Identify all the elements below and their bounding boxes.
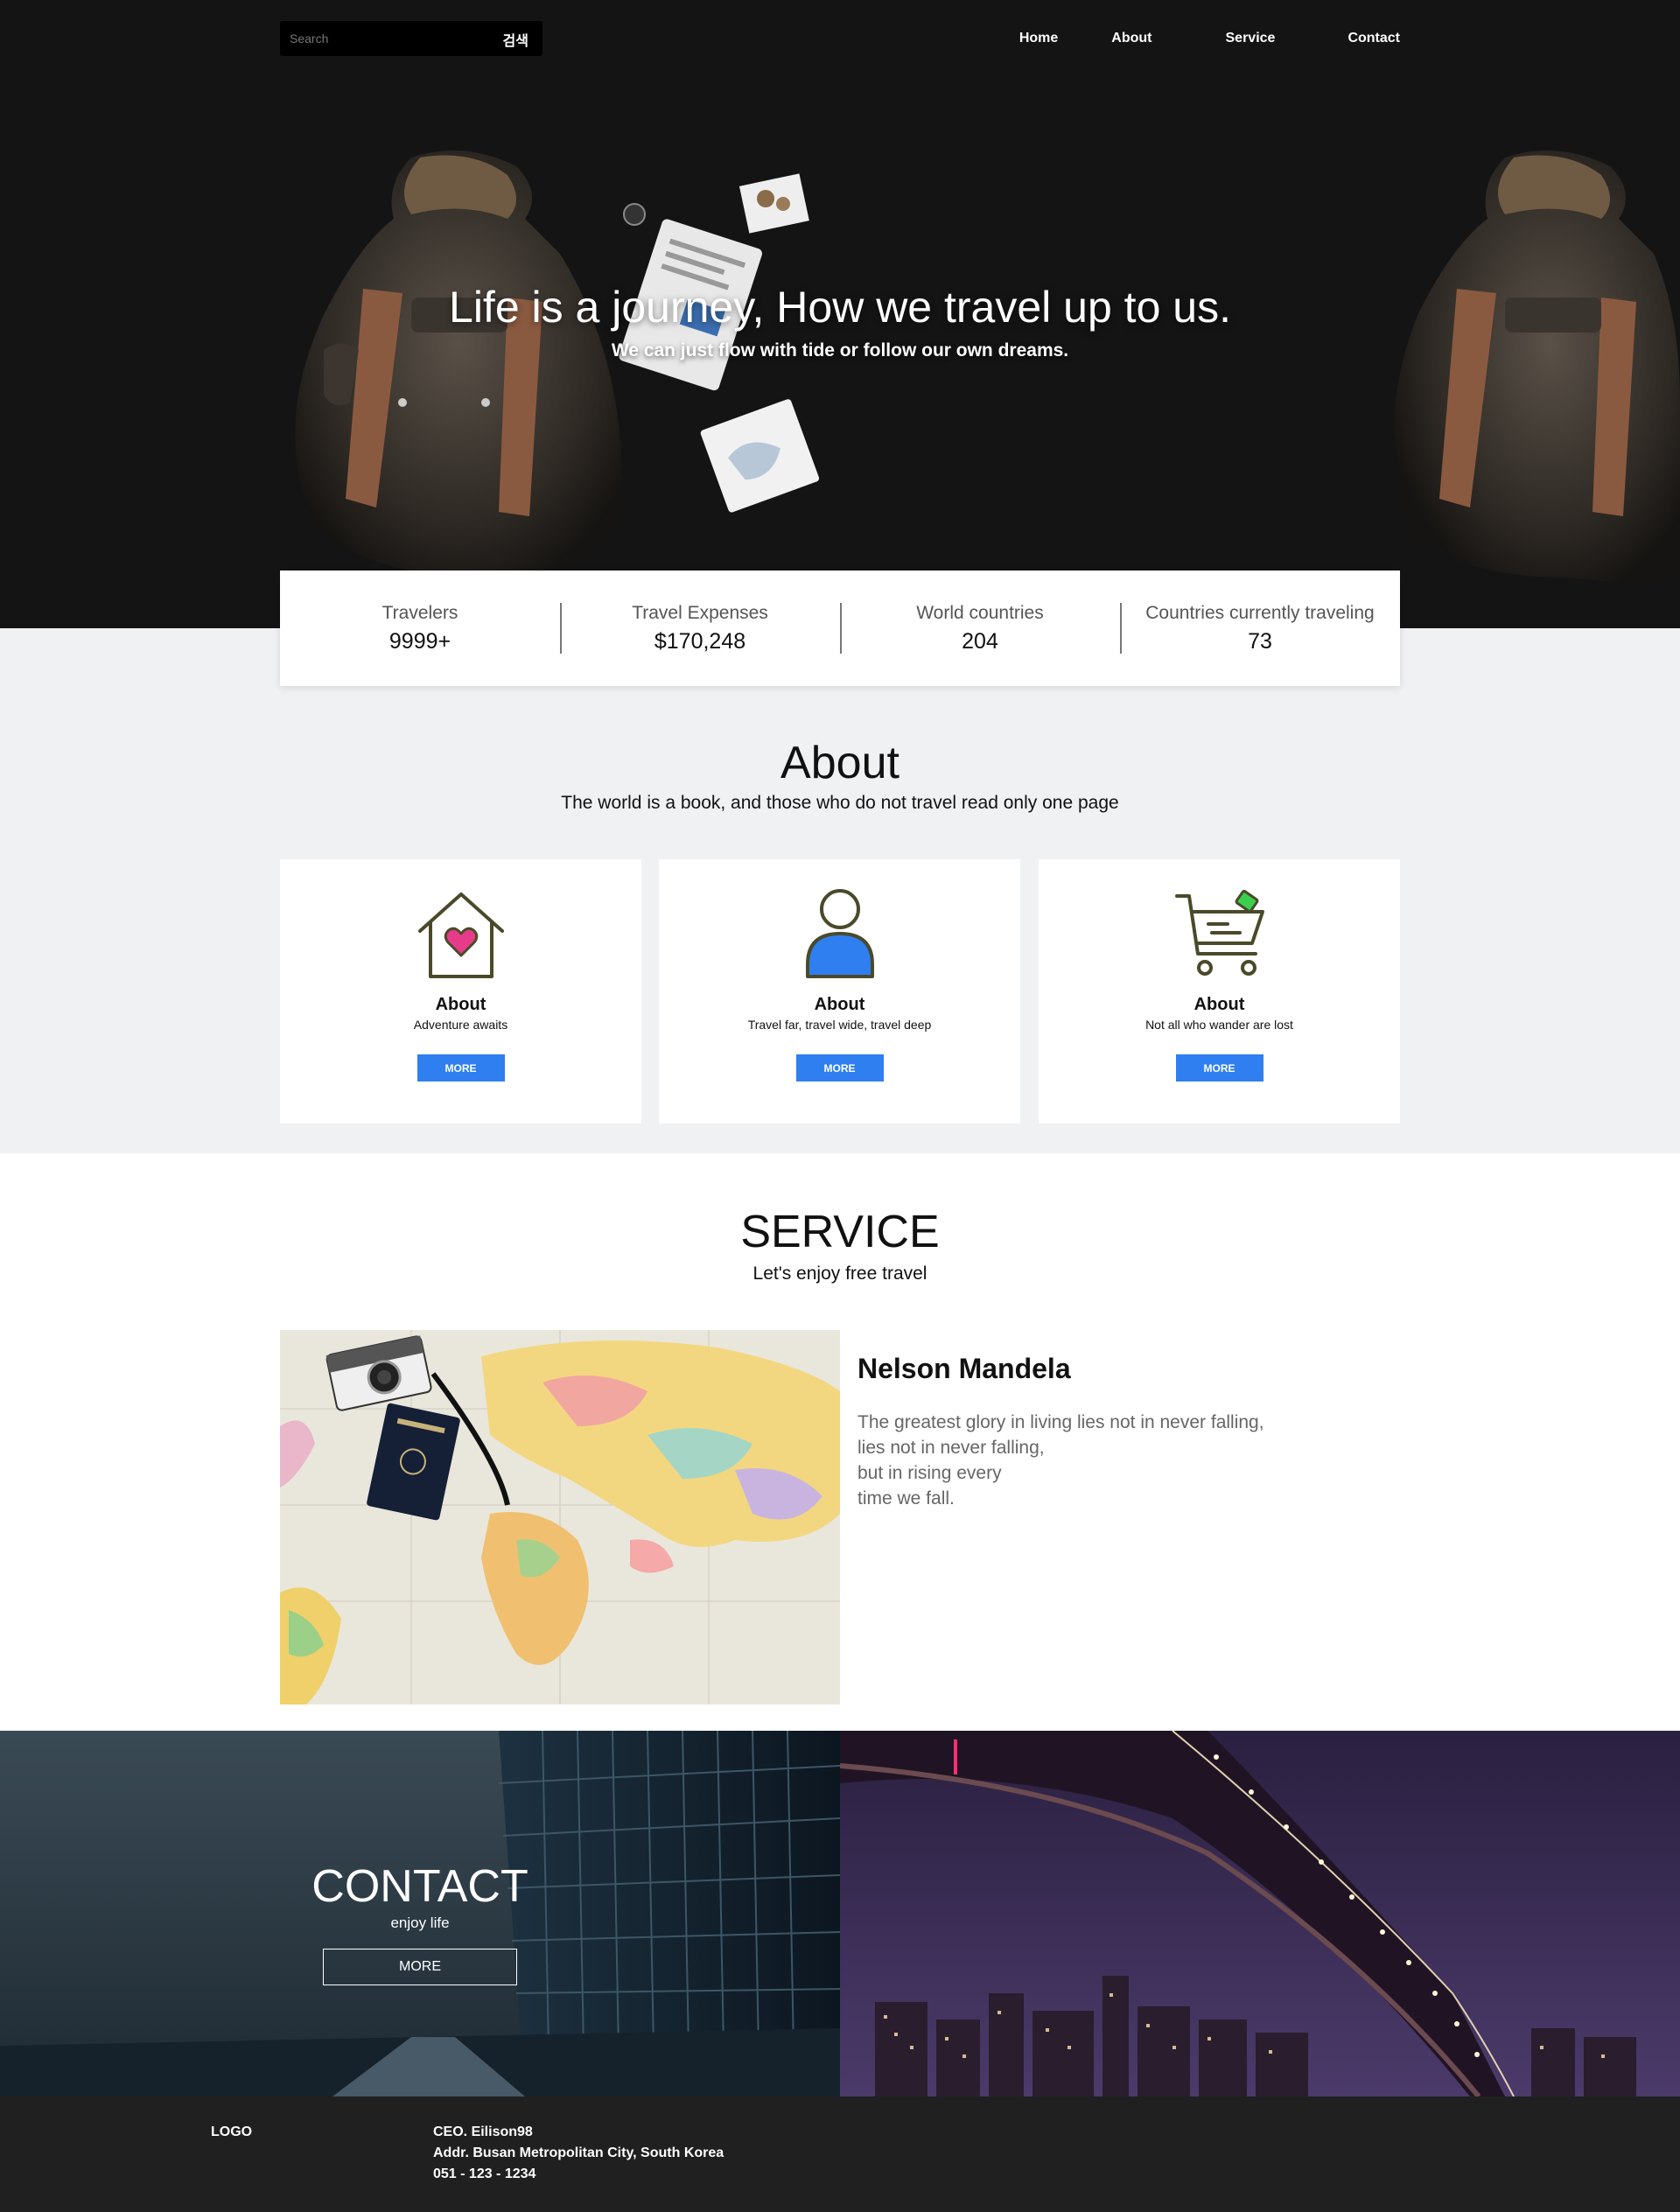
hero-section: 검색 Home About Service Contact Life is a … bbox=[0, 0, 1680, 628]
stat-travel-expenses: Travel Expenses $170,248 bbox=[560, 603, 840, 654]
house-heart-icon bbox=[417, 892, 504, 978]
building-background-image bbox=[0, 1731, 840, 2096]
contact-section: CONTACT enjoy life MORE bbox=[0, 1731, 1680, 2096]
about-subtitle: The world is a book, and those who do no… bbox=[561, 793, 1119, 813]
stat-value: 204 bbox=[962, 629, 998, 654]
stats-bar: Travelers 9999+ Travel Expenses $170,248… bbox=[280, 570, 1400, 686]
stat-label: World countries bbox=[916, 603, 1044, 623]
bridge-background-image bbox=[840, 1731, 1680, 2096]
world-map-image bbox=[280, 1330, 840, 1704]
stat-value: 73 bbox=[1248, 629, 1272, 654]
top-bar: 검색 Home About Service Contact bbox=[280, 21, 1400, 56]
stat-travelers: Travelers 9999+ bbox=[280, 603, 560, 654]
quote-line: but in rising every bbox=[858, 1463, 1002, 1483]
shopping-cart-icon bbox=[1174, 889, 1264, 976]
quote-line: lies not in never falling, bbox=[858, 1438, 1045, 1458]
service-subtitle: Let's enjoy free travel bbox=[752, 1264, 928, 1284]
card-more-button[interactable]: MORE bbox=[1175, 1054, 1264, 1082]
footer-ceo: CEO. Eilison98 bbox=[433, 2124, 533, 2139]
backpack-right-image bbox=[1393, 150, 1680, 582]
card-title: About bbox=[1194, 995, 1245, 1014]
footer-logo[interactable]: LOGO bbox=[211, 2124, 252, 2140]
about-card: About Not all who wander are lost MORE bbox=[1039, 859, 1400, 1124]
card-title: About bbox=[435, 995, 486, 1014]
stat-label: Countries currently traveling bbox=[1145, 603, 1375, 623]
hero-subtitle: We can just flow with tide or follow our… bbox=[611, 340, 1069, 360]
search-button[interactable]: 검색 bbox=[503, 29, 528, 50]
stat-value: 9999+ bbox=[388, 629, 452, 654]
contact-subtitle: enjoy life bbox=[390, 1914, 450, 1931]
stat-label: Travelers bbox=[382, 603, 458, 623]
person-icon bbox=[805, 889, 874, 978]
search-input[interactable] bbox=[280, 21, 490, 56]
card-title: About bbox=[814, 995, 865, 1014]
nav-service[interactable]: Service bbox=[1226, 21, 1276, 56]
nav-home[interactable]: Home bbox=[1019, 21, 1058, 56]
about-card: About Travel far, travel wide, travel de… bbox=[659, 859, 1020, 1124]
contact-more-button[interactable]: MORE bbox=[323, 1949, 517, 1985]
stat-label: Travel Expenses bbox=[632, 603, 768, 623]
about-card: About Adventure awaits MORE bbox=[280, 859, 641, 1124]
card-text: Adventure awaits bbox=[413, 1018, 508, 1032]
about-title: About bbox=[780, 738, 900, 788]
main-nav: Home About Service Contact bbox=[1019, 21, 1400, 56]
nav-about[interactable]: About bbox=[1111, 21, 1152, 56]
stat-countries-traveling: Countries currently traveling 73 bbox=[1120, 603, 1400, 654]
stat-world-countries: World countries 204 bbox=[840, 603, 1120, 654]
quote-line: The greatest glory in living lies not in… bbox=[858, 1412, 1264, 1432]
card-text: Travel far, travel wide, travel deep bbox=[747, 1018, 932, 1032]
quote-line: time we fall. bbox=[858, 1488, 955, 1508]
footer-phone: 051 - 123 - 1234 bbox=[433, 2166, 536, 2181]
hero-title: Life is a journey, How we travel up to u… bbox=[449, 283, 1231, 332]
footer: LOGO CEO. Eilison98 Addr. Busan Metropol… bbox=[0, 2096, 1680, 2212]
footer-address: Addr. Busan Metropolitan City, South Kor… bbox=[433, 2146, 724, 2160]
service-section: SERVICE Let's enjoy free travel Nelson M… bbox=[0, 1153, 1680, 1731]
search-box: 검색 bbox=[280, 21, 542, 56]
service-title: SERVICE bbox=[740, 1207, 940, 1257]
about-cards: About Adventure awaits MORE About Travel… bbox=[280, 859, 1400, 1124]
contact-title: CONTACT bbox=[312, 1861, 528, 1912]
card-more-button[interactable]: MORE bbox=[416, 1054, 505, 1082]
card-more-button[interactable]: MORE bbox=[795, 1054, 884, 1082]
card-text: Not all who wander are lost bbox=[1145, 1018, 1293, 1032]
nav-contact[interactable]: Contact bbox=[1348, 21, 1400, 56]
quote-author: Nelson Mandela bbox=[858, 1353, 1071, 1384]
stat-value: $170,248 bbox=[654, 629, 746, 654]
